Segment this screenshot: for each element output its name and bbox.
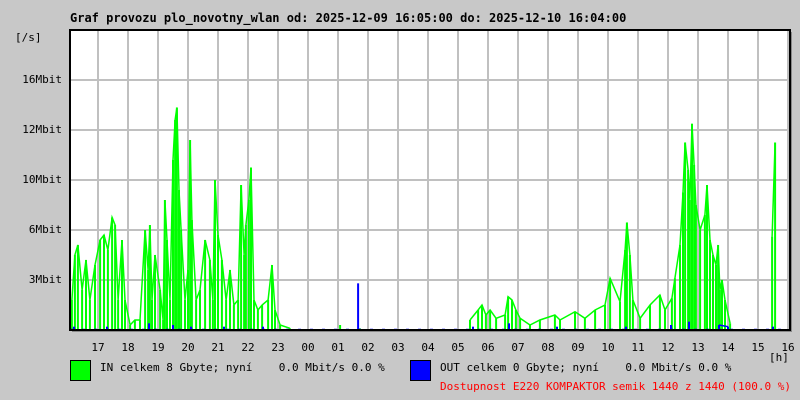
traffic-chart — [69, 29, 792, 332]
legend-out-swatch — [410, 360, 431, 381]
legend-in-swatch — [70, 360, 91, 381]
legend-out-text: OUT celkem 0 Gbyte; nyní 0.0 Mbit/s 0.0 … — [440, 361, 732, 374]
availability-text: Dostupnost E220 KOMPAKTOR semik 1440 z 1… — [440, 380, 791, 393]
legend-in-text: IN celkem 8 Gbyte; nyní 0.0 Mbit/s 0.0 % — [100, 361, 385, 374]
